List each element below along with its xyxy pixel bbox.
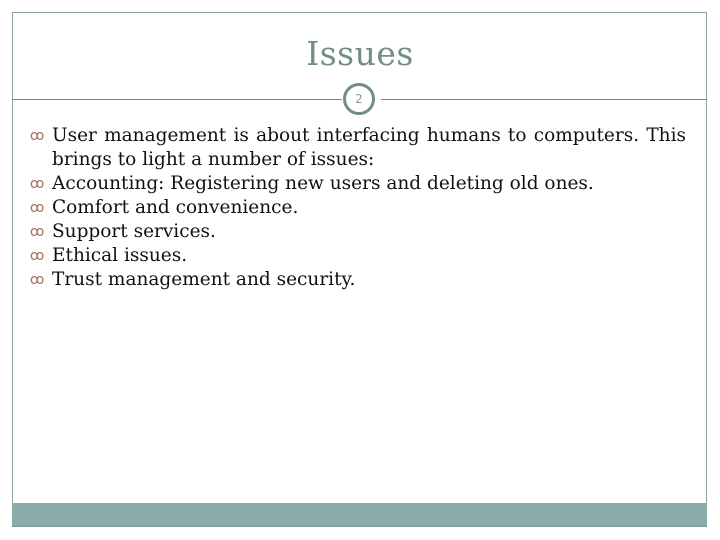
curly-bullet-icon: ꝏ [30,248,45,264]
slide-number-badge: 2 [343,83,375,115]
bullet-text: Trust management and security. [52,269,356,290]
curly-bullet-icon: ꝏ [30,200,45,216]
bullet-text: Comfort and convenience. [52,197,299,218]
list-item: ꝏ Ethical issues. [30,244,686,268]
list-item: ꝏ Trust management and security. [30,268,686,292]
bullet-text: Accounting: Registering new users and de… [52,173,594,194]
slide-title: Issues [306,34,414,73]
bullet-text: Ethical issues. [52,245,188,266]
title-divider-right [381,99,707,100]
bullet-text: Support services. [52,221,216,242]
bullet-text: User management is about interfacing hum… [52,125,686,170]
list-item: ꝏ Support services. [30,220,686,244]
curly-bullet-icon: ꝏ [30,176,45,192]
curly-bullet-icon: ꝏ [30,224,45,240]
title-divider-left [12,99,342,100]
list-item: ꝏ Comfort and convenience. [30,196,686,220]
footer-accent-bar [12,503,707,527]
curly-bullet-icon: ꝏ [30,128,45,144]
curly-bullet-icon: ꝏ [30,272,45,288]
list-item: ꝏ Accounting: Registering new users and … [30,172,686,196]
slide-number: 2 [355,92,363,106]
bullet-list: ꝏ User management is about interfacing h… [30,124,686,292]
list-item: ꝏ User management is about interfacing h… [30,124,686,172]
